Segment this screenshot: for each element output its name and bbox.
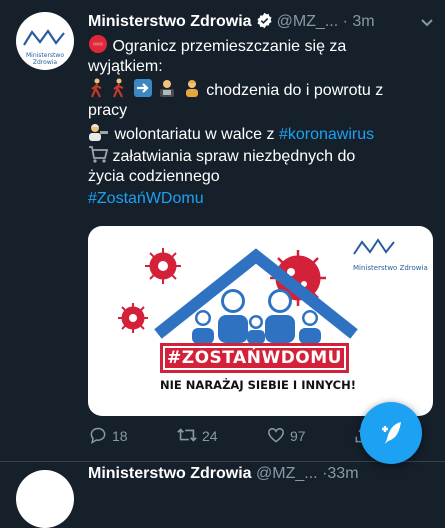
- reply-icon: [90, 427, 106, 445]
- reply-button[interactable]: 18: [88, 425, 128, 447]
- mz-logo-icon: [353, 238, 395, 255]
- right-arrow-icon: [133, 78, 153, 105]
- like-button[interactable]: 97: [266, 425, 306, 447]
- next-author-handle[interactable]: @MZ_...: [256, 465, 318, 482]
- tweet-line: wolontariatu w walce z #koronawirus: [88, 122, 433, 144]
- tweet-line-7: życia codziennego: [88, 168, 220, 185]
- tweet-line-1: Ogranicz przemieszczanie się za: [112, 38, 347, 55]
- tweet-line-5: wolontariatu w walce z: [114, 126, 279, 143]
- hashtag-zostanwdomu[interactable]: #ZostańWDomu: [88, 190, 204, 207]
- tweet-line-3: chodzenia do i powrotu z: [206, 82, 384, 99]
- tweet-line: życia codziennego: [88, 166, 433, 188]
- tweet-text: Ogranicz przemieszczanie się za wyjątkie…: [88, 34, 433, 210]
- tweet-line: #ZostańWDomu: [88, 188, 433, 210]
- tweet-line: wyjątkiem:: [88, 56, 433, 78]
- office-worker-icon: [157, 78, 177, 105]
- chevron-down-icon[interactable]: [420, 18, 434, 28]
- next-tweet-avatar[interactable]: [16, 470, 74, 528]
- tweet-timestamp[interactable]: 3m: [352, 13, 374, 30]
- mz-logo-icon: [23, 29, 65, 46]
- next-tweet-timestamp[interactable]: ·33m: [322, 465, 358, 482]
- tweet-line-2: wyjątkiem:: [88, 58, 163, 75]
- tweet-media-image[interactable]: Ministerstwo Zdrowia #ZOSTAŃWDOMU NIE NA…: [88, 226, 433, 416]
- compose-tweet-button[interactable]: [360, 402, 422, 464]
- next-tweet-header: Ministerstwo Zdrowia @MZ_... ·33m: [88, 465, 359, 483]
- banner: #ZOSTAŃWDOMU: [160, 343, 349, 373]
- tweet-line: Ogranicz przemieszczanie się za: [88, 34, 433, 56]
- next-author-name[interactable]: Ministerstwo Zdrowia: [88, 465, 252, 482]
- tweet[interactable]: Ministerstwo Zdrowia Ministerstwo Zdrowi…: [0, 0, 445, 528]
- retweet-icon: [177, 428, 197, 442]
- retweet-button[interactable]: 24: [176, 425, 218, 447]
- author-avatar[interactable]: Ministerstwo Zdrowia: [16, 12, 74, 70]
- compose-feather-icon: [382, 422, 401, 444]
- author-handle[interactable]: @MZ_...: [277, 13, 339, 30]
- banner-title: #ZOSTAŃWDOMU: [165, 348, 344, 368]
- avatar-caption: Ministerstwo Zdrowia: [25, 52, 64, 66]
- retweet-count: 24: [202, 428, 218, 444]
- verified-badge-icon: [256, 12, 273, 34]
- tweet-line-4: pracy: [88, 102, 128, 119]
- office-worker-icon: [182, 78, 202, 105]
- card-logo-text: Ministerstwo Zdrowia: [353, 264, 428, 272]
- like-count: 97: [290, 428, 306, 444]
- tweet-header: Ministerstwo Zdrowia @MZ_... · 3m: [88, 12, 375, 34]
- reply-count: 18: [112, 428, 128, 444]
- tweet-line-6: załatwiania spraw niezbędnych do: [112, 148, 356, 165]
- banner-subtitle: NIE NARAŻAJ SIEBIE I INNYCH!: [160, 378, 356, 392]
- author-name[interactable]: Ministerstwo Zdrowia: [88, 13, 252, 30]
- heart-icon: [267, 428, 285, 443]
- tweet-line: chodzenia do i powrotu z: [88, 78, 433, 100]
- virus-icon: [118, 303, 148, 333]
- tweet-separator: ·: [342, 13, 348, 30]
- tweet-line: załatwiania spraw niezbędnych do: [88, 144, 433, 166]
- virus-icon: [145, 248, 181, 284]
- hashtag-koronawirus[interactable]: #koronawirus: [279, 126, 374, 143]
